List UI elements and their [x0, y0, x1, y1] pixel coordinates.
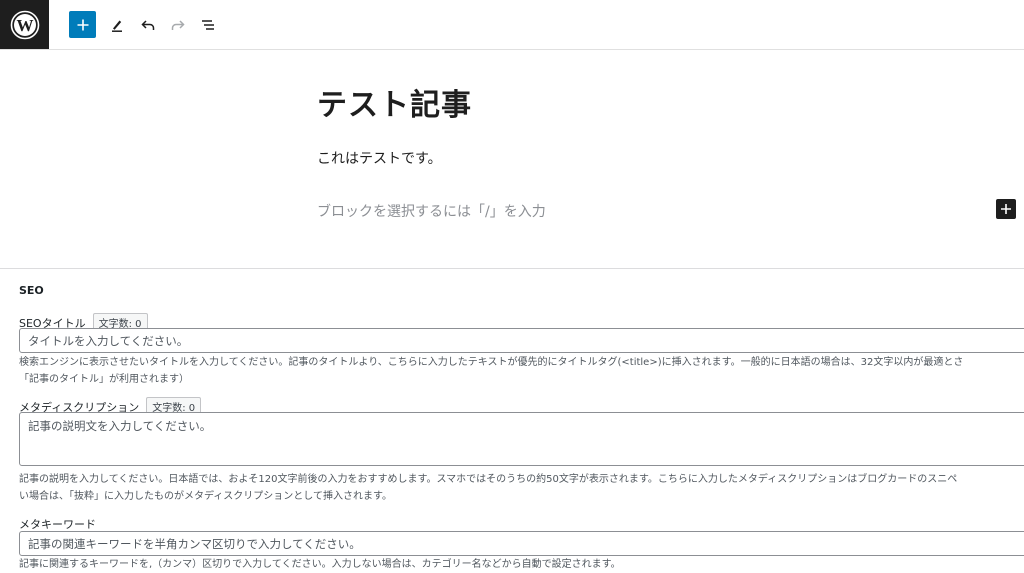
- plus-icon: [1001, 204, 1011, 214]
- meta-keywords-label-row: メタキーワード: [19, 516, 96, 532]
- meta-description-help-line1: 記事の説明を入力してください。日本語では、およそ120文字前後の入力をおすすめし…: [19, 474, 958, 485]
- paragraph-block[interactable]: これはテストです。: [317, 148, 442, 168]
- meta-description-textarea[interactable]: [19, 412, 1024, 466]
- undo-icon: [140, 19, 154, 30]
- list-view-icon: [201, 19, 214, 30]
- seo-metabox: SEO SEOタイトル 文字数: 0 検索エンジンに表示させたいタイトルを入力し…: [0, 268, 1024, 572]
- seo-title-help-line2: 「記事のタイトル」が利用されます）: [19, 374, 189, 385]
- seo-title-help-line1: 検索エンジンに表示させたいタイトルを入力してください。記事のタイトルより、こちら…: [19, 357, 964, 368]
- redo-icon: [171, 19, 185, 30]
- tools-button[interactable]: [103, 11, 130, 38]
- pencil-icon: [111, 20, 122, 32]
- wordpress-logo-icon[interactable]: W: [0, 0, 49, 49]
- list-view-button[interactable]: [194, 11, 221, 38]
- plus-icon: [77, 19, 88, 30]
- meta-description-help-line2: い場合は、「抜粋」に入力したものがメタディスクリプションとして挿入されます。: [19, 491, 392, 502]
- meta-keywords-help-line1: 記事に関連するキーワードを,（カンマ）区切りで入力してください。入力しない場合は…: [19, 559, 621, 570]
- meta-keywords-label: メタキーワード: [19, 518, 96, 531]
- post-title[interactable]: テスト記事: [317, 80, 472, 124]
- default-block-appender[interactable]: ブロックを選択するには「/」を入力: [317, 201, 546, 221]
- svg-text:W: W: [16, 16, 33, 35]
- inline-inserter-button[interactable]: [996, 199, 1016, 219]
- redo-button[interactable]: [164, 11, 191, 38]
- meta-keywords-input[interactable]: [19, 531, 1024, 556]
- block-inserter-button[interactable]: [69, 11, 96, 38]
- seo-title-input[interactable]: [19, 328, 1024, 353]
- seo-heading[interactable]: SEO: [19, 284, 44, 297]
- editor-top-toolbar: W: [0, 0, 1024, 50]
- undo-button[interactable]: [134, 11, 161, 38]
